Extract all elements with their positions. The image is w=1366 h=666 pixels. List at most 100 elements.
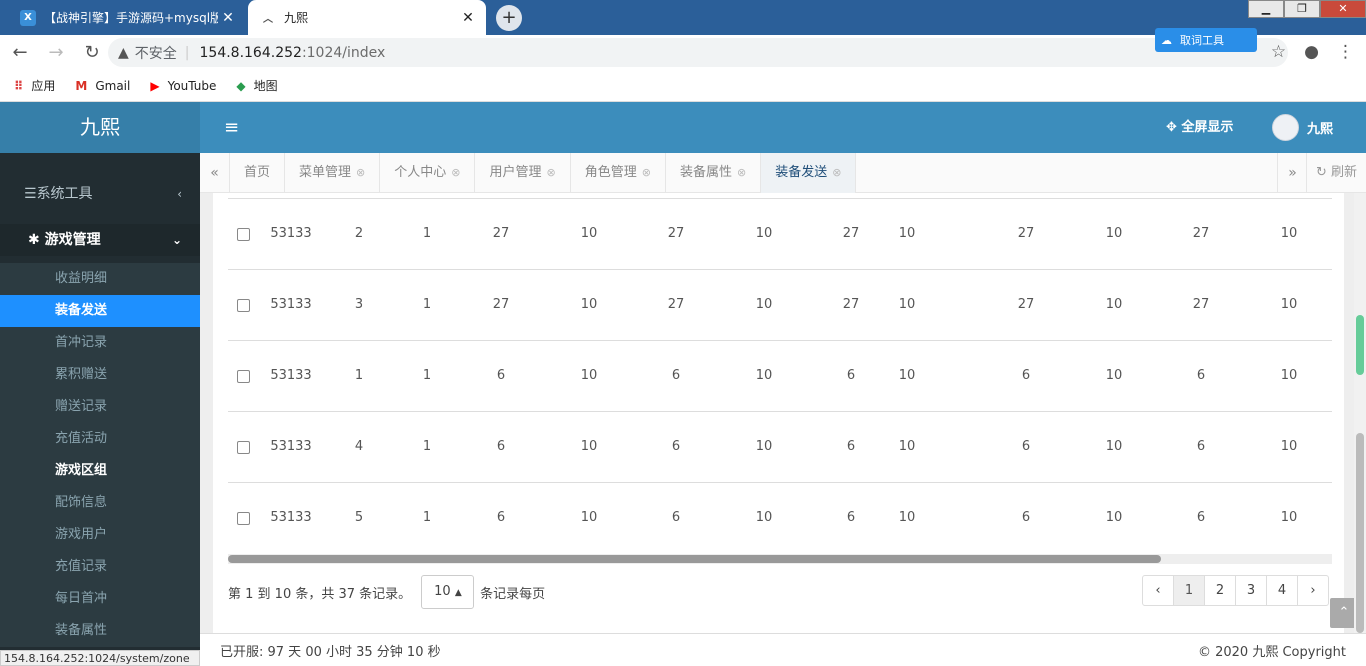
- table-cell: 10: [755, 510, 773, 525]
- bookmark-youtube[interactable]: ▶ YouTube: [150, 79, 216, 93]
- page-button[interactable]: 2: [1204, 575, 1236, 606]
- page-vertical-scrollbar[interactable]: [1354, 193, 1366, 633]
- table-cell: 2: [354, 226, 364, 241]
- table-cell: 53133: [270, 297, 312, 312]
- table-cell: 1: [422, 439, 432, 454]
- app-logo[interactable]: 九熙: [0, 102, 200, 153]
- row-checkbox[interactable]: [237, 370, 250, 383]
- pagination: ‹ 1 2 3 4 ›: [1142, 575, 1329, 606]
- caret-up-icon: ▲: [454, 588, 462, 598]
- table-cell: 53133: [270, 226, 312, 241]
- sidebar-item[interactable]: 配饰信息: [0, 487, 200, 519]
- sidebar-item[interactable]: 每日首冲: [0, 583, 200, 615]
- warning-icon[interactable]: ▲: [118, 45, 129, 61]
- maximize-icon[interactable]: ❐: [1284, 0, 1320, 18]
- table-cell: 53133: [270, 510, 312, 525]
- tab-role-management[interactable]: 角色管理 ⊗: [571, 153, 666, 193]
- sidebar-section-tools[interactable]: ☰系统工具 ‹: [0, 178, 200, 210]
- copyright: © 2020 九熙 Copyright: [1197, 645, 1346, 660]
- user-menu[interactable]: 九熙: [1272, 102, 1333, 153]
- sidebar-item[interactable]: 充值记录: [0, 551, 200, 583]
- tab-user-management[interactable]: 用户管理 ⊗: [475, 153, 571, 193]
- bookmark-apps[interactable]: ⠿ 应用: [14, 77, 55, 94]
- horizontal-scrollbar[interactable]: [228, 554, 1332, 564]
- tab-personal-center[interactable]: 个人中心 ⊗: [380, 153, 476, 193]
- table-cell: 10: [898, 297, 916, 312]
- close-tab-icon[interactable]: ⊗: [832, 166, 841, 179]
- back-icon[interactable]: ←: [4, 42, 36, 63]
- scrollbar-thumb[interactable]: [228, 555, 1161, 563]
- divider: |: [184, 44, 190, 61]
- row-checkbox[interactable]: [237, 512, 250, 525]
- close-tab-icon[interactable]: ⊗: [451, 166, 460, 179]
- sidebar-item-active[interactable]: 装备发送: [0, 295, 200, 327]
- table-panel: 53133 2 1 27 10 27 10 27 10 27 10 27 10 53133 3 1 27 10 27…: [213, 193, 1358, 633]
- sidebar-item[interactable]: 收益明细: [0, 263, 200, 295]
- table-cell: 6: [1021, 368, 1031, 383]
- row-checkbox[interactable]: [237, 228, 250, 241]
- tab-label: 菜单管理: [299, 165, 352, 180]
- table-cell: 6: [846, 368, 856, 383]
- table-cell: 10: [1280, 510, 1298, 525]
- next-page-button[interactable]: ›: [1297, 575, 1329, 606]
- table-cell: 27: [492, 226, 510, 241]
- sidebar-item[interactable]: 充值活动: [0, 423, 200, 455]
- scrollbar-thumb[interactable]: [1356, 433, 1364, 633]
- table-cell: 53133: [270, 368, 312, 383]
- refresh-button[interactable]: ↻ 刷新: [1306, 153, 1366, 193]
- table-cell: 27: [842, 226, 860, 241]
- profile-icon[interactable]: ●: [1304, 42, 1319, 62]
- sidebar-section-game[interactable]: ✱ 游戏管理 ⌄: [0, 224, 200, 256]
- tabs-scroll-right-icon[interactable]: »: [1277, 153, 1307, 193]
- page-button[interactable]: 4: [1266, 575, 1298, 606]
- footer: 已开服: 97 天 00 小时 35 分钟 10 秒 © 2020 九熙 Cop…: [200, 633, 1366, 666]
- menu-dots-icon[interactable]: ⋮: [1337, 42, 1354, 62]
- fullscreen-button[interactable]: ✥ 全屏显示: [1166, 102, 1233, 153]
- minimize-icon[interactable]: ▁: [1248, 0, 1284, 18]
- page-button[interactable]: 3: [1235, 575, 1267, 606]
- row-checkbox[interactable]: [237, 441, 250, 454]
- browser-tab-active[interactable]: ︿ 九熙 ✕: [248, 0, 486, 35]
- bookmark-maps[interactable]: ◆ 地图: [236, 77, 277, 94]
- address-bar[interactable]: ▲ 不安全 | 154.8.164.252 :1024/index: [108, 38, 1288, 67]
- sidebar-item[interactable]: 游戏用户: [0, 519, 200, 551]
- close-tab-icon[interactable]: ✕: [458, 10, 478, 26]
- table-cell: 10: [1105, 368, 1123, 383]
- forward-icon[interactable]: →: [40, 42, 72, 63]
- sidebar-item[interactable]: 赠送记录: [0, 391, 200, 423]
- tab-menu-management[interactable]: 菜单管理 ⊗: [285, 153, 381, 193]
- close-tab-icon[interactable]: ⊗: [737, 166, 746, 179]
- table-cell: 10: [898, 439, 916, 454]
- bookmark-gmail[interactable]: M Gmail: [75, 79, 130, 93]
- table-cell: 3: [354, 297, 364, 312]
- table-cell: 10: [755, 368, 773, 383]
- page-button[interactable]: 1: [1173, 575, 1205, 606]
- table-cell: 6: [671, 439, 681, 454]
- extension-button[interactable]: ☁ 取词工具: [1155, 28, 1257, 52]
- close-tab-icon[interactable]: ⊗: [356, 166, 365, 179]
- bookmark-label: YouTube: [167, 78, 217, 93]
- new-tab-button[interactable]: +: [496, 5, 522, 31]
- sidebar-item-hovered[interactable]: 游戏区组: [0, 455, 200, 487]
- table-cell: 27: [1017, 226, 1035, 241]
- tab-home[interactable]: 首页: [230, 153, 286, 193]
- tab-equipment-attributes[interactable]: 装备属性 ⊗: [666, 153, 762, 193]
- close-tab-icon[interactable]: ⊗: [547, 166, 556, 179]
- tabs-scroll-left-icon[interactable]: «: [200, 153, 230, 193]
- page-size-select[interactable]: 10 ▲: [421, 575, 475, 609]
- prev-page-button[interactable]: ‹: [1142, 575, 1174, 606]
- close-tab-icon[interactable]: ✕: [218, 10, 238, 26]
- tab-label: 个人中心: [394, 165, 447, 180]
- table-cell: 6: [496, 368, 506, 383]
- browser-tab[interactable]: X 【战神引擎】手游源码+mysql版 ✕: [8, 0, 246, 35]
- star-icon[interactable]: ☆: [1271, 42, 1286, 62]
- close-tab-icon[interactable]: ⊗: [642, 166, 651, 179]
- sidebar-item[interactable]: 装备属性: [0, 615, 200, 647]
- reload-icon[interactable]: ↻: [76, 42, 108, 63]
- sidebar-toggle-icon[interactable]: ≡: [224, 102, 239, 153]
- tab-equipment-send[interactable]: 装备发送 ⊗: [761, 153, 857, 193]
- row-checkbox[interactable]: [237, 299, 250, 312]
- close-window-icon[interactable]: ✕: [1320, 0, 1366, 18]
- sidebar-item[interactable]: 首冲记录: [0, 327, 200, 359]
- sidebar-item[interactable]: 累积赠送: [0, 359, 200, 391]
